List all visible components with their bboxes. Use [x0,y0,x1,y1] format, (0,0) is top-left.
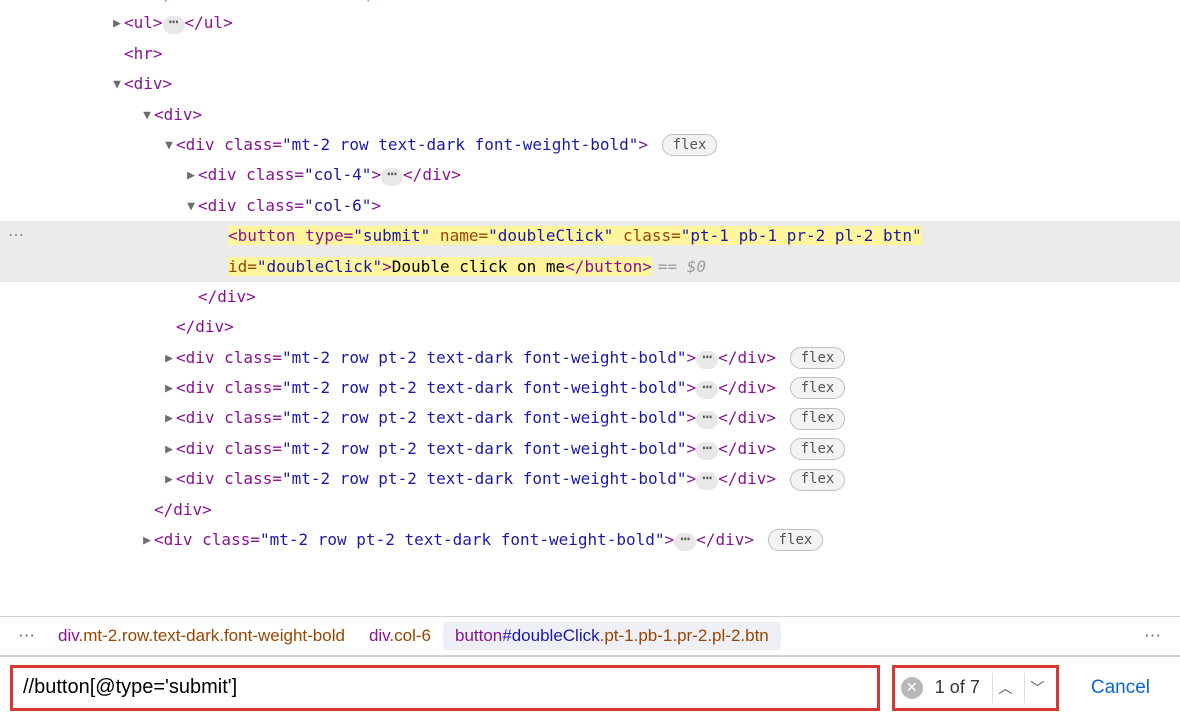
node-div-row2[interactable]: ▶<div class="mt-2 row pt-2 text-dark fon… [0,464,1180,494]
breadcrumb: ⋯ div.mt-2.row.text-dark.font-weight-bol… [0,616,1180,656]
node-div-col6[interactable]: ▼<div class="col-6"> [0,191,1180,221]
node-div-row2[interactable]: ▶<div class="mt-2 row pt-2 text-dark fon… [0,403,1180,433]
ellipsis-icon[interactable]: ⋯ [696,442,718,460]
node-div-col4[interactable]: ▶<div class="col-4">⋯</div> [0,160,1180,190]
breadcrumb-item[interactable]: div.col-6 [357,622,443,650]
collapse-arrow[interactable]: ▼ [162,134,176,159]
node-div-outer[interactable]: ▼<div> [0,69,1180,99]
node-div-inner-close[interactable]: </div> [0,495,1180,525]
search-results: ✕ 1 of 7 ︿ ﹀ [892,665,1059,711]
flex-badge: flex [790,408,846,430]
collapse-arrow[interactable]: ▼ [184,195,198,220]
node-div-row2[interactable]: ▶<div class="mt-2 row pt-2 text-dark fon… [0,434,1180,464]
node-div-row2[interactable]: ▶<div class="mt-2 row pt-2 text-dark fon… [0,525,1180,555]
ellipsis-icon[interactable]: ⋯ [696,411,718,429]
search-count: 1 of 7 [929,677,986,698]
node-div-row2[interactable]: ▶<div class="mt-2 row pt-2 text-dark fon… [0,373,1180,403]
expand-arrow[interactable]: ▶ [162,468,176,493]
expand-arrow[interactable]: ▶ [140,529,154,554]
search-input[interactable] [21,675,869,700]
expand-arrow[interactable]: ▶ [110,12,124,37]
flex-badge: flex [662,134,718,156]
gutter-ellipsis[interactable]: ⋯ [8,221,25,251]
node-div-inner[interactable]: ▼<div> [0,100,1180,130]
expand-arrow[interactable]: ▶ [162,438,176,463]
dom-tree[interactable]: <p>Here, we will see</p> ▶<ul>⋯</ul> <hr… [0,0,1180,600]
node-div-row1-close[interactable]: </div> [0,312,1180,342]
ellipsis-icon[interactable]: ⋯ [696,472,718,490]
node-ul[interactable]: ▶<ul>⋯</ul> [0,8,1180,38]
flex-badge: flex [790,347,846,369]
prev-match-icon[interactable]: ︿ [992,673,1018,703]
node-p[interactable]: <p>Here, we will see</p> [0,0,1180,8]
collapse-arrow[interactable]: ▼ [110,73,124,98]
node-div-row1[interactable]: ▼<div class="mt-2 row text-dark font-wei… [0,130,1180,160]
node-div-row2[interactable]: ▶<div class="mt-2 row pt-2 text-dark fon… [0,343,1180,373]
flex-badge: flex [790,438,846,460]
ellipsis-icon[interactable]: ⋯ [696,351,718,369]
ellipsis-icon[interactable]: ⋯ [696,381,718,399]
expand-arrow[interactable]: ▶ [162,347,176,372]
flex-badge: flex [790,377,846,399]
expand-arrow[interactable]: ▶ [184,164,198,189]
breadcrumb-overflow-left[interactable]: ⋯ [8,626,46,646]
breadcrumb-item-selected[interactable]: button#doubleClick.pt-1.pb-1.pr-2.pl-2.b… [443,622,781,650]
node-div-col6-close[interactable]: </div> [0,282,1180,312]
node-hr[interactable]: <hr> [0,39,1180,69]
expand-arrow[interactable]: ▶ [162,407,176,432]
search-bar: ✕ 1 of 7 ︿ ﹀ Cancel [0,656,1180,718]
cancel-button[interactable]: Cancel [1071,677,1170,699]
flex-badge: flex [768,529,824,551]
expand-arrow[interactable]: ▶ [162,377,176,402]
next-match-icon[interactable]: ﹀ [1024,673,1050,703]
search-input-wrap [10,665,880,711]
flex-badge: flex [790,469,846,491]
ellipsis-icon[interactable]: ⋯ [381,168,403,186]
collapse-arrow[interactable]: ▼ [140,104,154,129]
ellipsis-icon[interactable]: ⋯ [674,533,696,551]
node-button-selected[interactable]: ⋯ <button type="submit" name="doubleClic… [0,221,1180,282]
breadcrumb-overflow-right[interactable]: ⋯ [1134,626,1172,646]
clear-search-icon[interactable]: ✕ [901,677,923,699]
selected-marker: == $0 [658,257,706,276]
breadcrumb-item[interactable]: div.mt-2.row.text-dark.font-weight-bold [46,622,357,650]
ellipsis-icon[interactable]: ⋯ [163,16,185,34]
